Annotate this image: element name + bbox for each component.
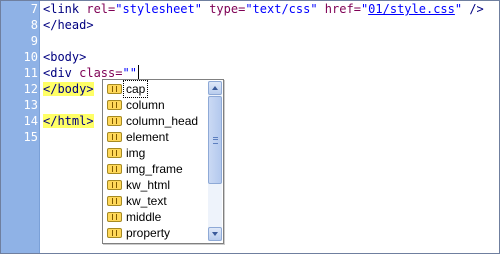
line-number: 15 (23, 130, 38, 144)
autocomplete-item-label: cap (122, 80, 149, 98)
code-editor[interactable]: 7 8 9 10 11 12 13 14 15 <link rel="style… (0, 0, 500, 254)
line-number: 13 (23, 98, 38, 112)
code-line-10[interactable]: <body> (43, 49, 86, 65)
autocomplete-item-label: column (126, 98, 165, 112)
arrow-down-icon (212, 232, 218, 236)
matched-tag-highlight: </html> (43, 114, 94, 128)
tag-icon (107, 196, 122, 206)
autocomplete-popup[interactable]: cap column column_head element img img_f… (102, 79, 224, 244)
autocomplete-item-label: kw_html (126, 178, 171, 192)
line-number: 7 (30, 2, 38, 16)
grip-icon (213, 137, 218, 144)
autocomplete-item[interactable]: element (105, 129, 205, 145)
autocomplete-item-label: column_head (126, 114, 199, 128)
code-line-12[interactable]: </body> (43, 81, 94, 97)
autocomplete-item[interactable]: middle (105, 209, 205, 225)
autocomplete-item[interactable]: column (105, 97, 205, 113)
attribute-value: "" (122, 66, 137, 80)
attribute-name: class= (79, 66, 123, 80)
tag-close: /> (462, 2, 484, 16)
attribute-value: "text/css" (245, 2, 318, 16)
code-line-8[interactable]: </head> (43, 17, 94, 33)
autocomplete-item[interactable]: kw_html (105, 177, 205, 193)
autocomplete-item[interactable]: cap (105, 80, 205, 98)
line-number: 11 (23, 66, 38, 80)
line-number: 14 (23, 114, 38, 128)
attribute-name: rel= (86, 2, 116, 16)
matched-tag-highlight: </body> (43, 82, 94, 96)
autocomplete-item-label: middle (126, 210, 162, 224)
tag-icon (107, 148, 122, 158)
scroll-up-button[interactable] (208, 81, 222, 95)
line-number: 9 (30, 34, 38, 48)
tag-icon (107, 212, 122, 222)
tag-icon (107, 164, 122, 174)
autocomplete-item[interactable]: column_head (105, 113, 205, 129)
scrollbar-thumb[interactable] (208, 96, 222, 184)
tag-icon (107, 228, 122, 238)
autocomplete-item-label: img (126, 146, 146, 160)
autocomplete-item[interactable]: img_frame (105, 161, 205, 177)
autocomplete-item[interactable]: kw_text (105, 193, 205, 209)
line-number: 10 (23, 50, 38, 64)
attribute-value: "stylesheet" (115, 2, 202, 16)
gutter-separator (39, 1, 40, 253)
tag-icon (107, 132, 122, 142)
line-number-gutter: 7 8 9 10 11 12 13 14 15 (1, 1, 39, 253)
tag-icon (107, 116, 122, 126)
autocomplete-item[interactable]: property (105, 225, 205, 241)
tag-open: <link (43, 2, 87, 16)
arrow-up-icon (212, 86, 218, 90)
tag-icon (107, 180, 122, 190)
code-line-7[interactable]: <link rel="stylesheet" type="text/css" h… (43, 1, 484, 17)
scroll-down-button[interactable] (208, 227, 222, 241)
attribute-name: type= (201, 2, 246, 16)
autocomplete-scrollbar[interactable] (208, 81, 222, 241)
text-caret (137, 65, 139, 79)
line-number: 8 (30, 18, 38, 32)
tag-open: <div (43, 66, 80, 80)
tag-icon (107, 100, 122, 110)
autocomplete-list[interactable]: cap column column_head element img img_f… (103, 80, 207, 243)
code-line-14[interactable]: </html> (43, 113, 94, 129)
stylesheet-link[interactable]: 01/style.css (368, 2, 455, 16)
attribute-name: href= (317, 2, 361, 16)
autocomplete-item-label: kw_text (126, 194, 167, 208)
line-number: 12 (23, 82, 38, 96)
autocomplete-item-label: img_frame (126, 162, 183, 176)
tag-icon (107, 84, 122, 94)
autocomplete-item-label: element (126, 130, 169, 144)
autocomplete-item[interactable]: img (105, 145, 205, 161)
autocomplete-item-label: property (126, 226, 171, 240)
